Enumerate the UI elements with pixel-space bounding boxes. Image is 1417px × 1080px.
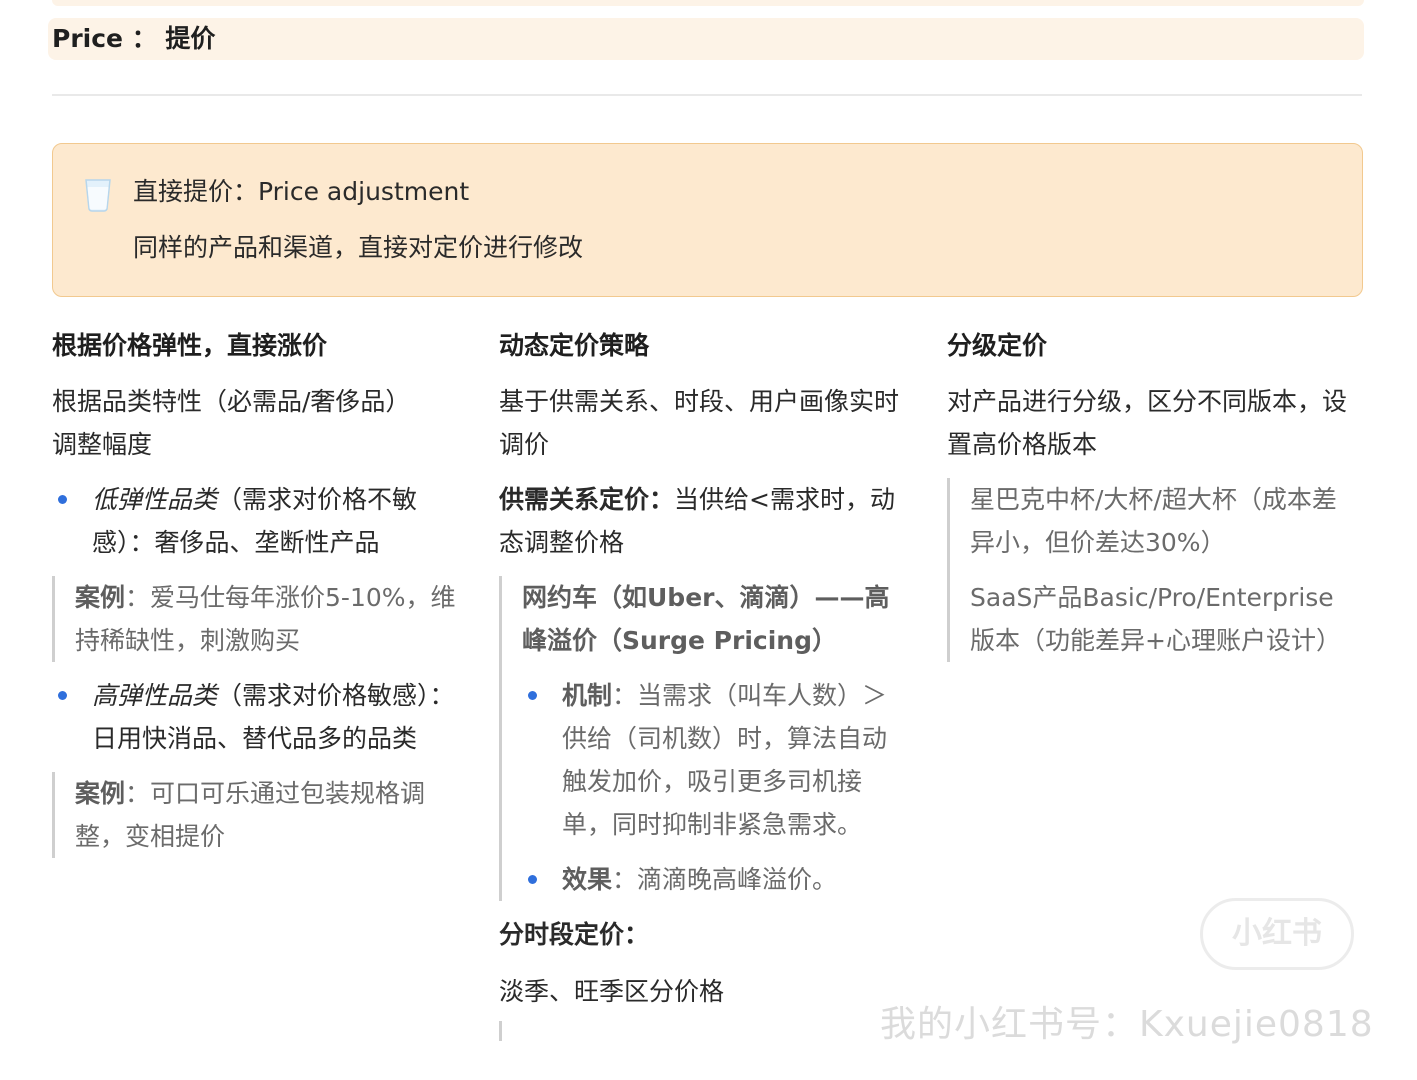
case-quote: 星巴克中杯/大杯/超大杯（成本差异小，但价差达30%） SaaS产品Basic/…	[947, 478, 1357, 662]
bullet-dot-icon	[528, 691, 537, 700]
divider	[52, 94, 1362, 96]
bullet-dot-icon	[58, 691, 67, 700]
column-heading: 根据价格弹性，直接涨价	[52, 331, 328, 360]
column-intro: 根据品类特性（必需品/奢侈品） 调整幅度	[52, 387, 411, 459]
column-intro: 基于供需关系、时段、用户画像实时调价	[499, 387, 900, 459]
quote-bar	[499, 1021, 502, 1041]
list-item: 机制：当需求（叫车人数）＞供给（司机数）时，算法自动触发加价，吸引更多司机接单，…	[522, 674, 909, 846]
case-label: 案例	[75, 779, 126, 808]
bullet-label: 效果	[562, 865, 613, 894]
case-quote: 案例：可口可乐通过包装规格调整，变相提价	[52, 772, 462, 858]
column-tiered-pricing: 分级定价 对产品进行分级，区分不同版本，设置高价格版本 星巴克中杯/大杯/超大杯…	[947, 326, 1357, 674]
bullet-emphasis: 高弹性品类	[92, 681, 218, 710]
watermark-badge: 小红书	[1200, 898, 1354, 970]
case-text: 星巴克中杯/大杯/超大杯（成本差异小，但价差达30%）	[970, 485, 1337, 557]
callout-title: 直接提价：Price adjustment	[133, 177, 470, 206]
column-heading: 分级定价	[947, 331, 1048, 360]
price-heading: Price ： 提价	[52, 24, 216, 53]
column-heading: 动态定价策略	[499, 331, 650, 360]
list-item: 高弹性品类（需求对价格敏感）：日用快消品、替代品多的品类	[52, 674, 462, 760]
paragraph-label: 供需关系定价：	[499, 485, 675, 514]
bullet-text: ：滴滴晚高峰溢价。	[612, 865, 838, 894]
list-item: 效果：滴滴晚高峰溢价。	[522, 858, 909, 901]
callout-description: 同样的产品和渠道，直接对定价进行修改	[133, 233, 584, 262]
bullet-dot-icon	[58, 495, 67, 504]
time-pricing-label: 分时段定价：	[499, 920, 650, 949]
watermark-text: 我的小红书号：Kxuejie0818	[880, 1004, 1374, 1045]
case-label: 案例	[75, 583, 126, 612]
supply-demand-paragraph: 供需关系定价：当供给<需求时，动态调整价格	[499, 478, 909, 564]
list-item: 低弹性品类（需求对价格不敏感）：奢侈品、垄断性产品	[52, 478, 462, 564]
top-strip	[52, 0, 1364, 6]
column-price-elasticity: 根据价格弹性，直接涨价 根据品类特性（必需品/奢侈品） 调整幅度 低弹性品类（需…	[52, 326, 462, 870]
time-pricing-text: 淡季、旺季区分价格	[499, 977, 725, 1006]
case-text: ：可口可乐通过包装规格调整，变相提价	[75, 779, 426, 851]
bullet-emphasis: 低弹性品类	[92, 485, 218, 514]
quote-title: 网约车（如Uber、滴滴）——高峰溢价（Surge Pricing）	[522, 583, 890, 655]
bullet-dot-icon	[528, 875, 537, 884]
bullet-label: 机制	[562, 681, 613, 710]
case-text: ：爱马仕每年涨价5-10%，维持稀缺性，刺激购买	[75, 583, 456, 655]
callout-box: 直接提价：Price adjustment 同样的产品和渠道，直接对定价进行修改	[52, 143, 1363, 297]
column-dynamic-pricing: 动态定价策略 基于供需关系、时段、用户画像实时调价 供需关系定价：当供给<需求时…	[499, 326, 909, 1041]
case-quote: 网约车（如Uber、滴滴）——高峰溢价（Surge Pricing） 机制：当需…	[499, 576, 909, 901]
cup-icon	[85, 179, 111, 212]
case-text: SaaS产品Basic/Pro/Enterprise版本（功能差异+心理账户设计…	[970, 583, 1341, 655]
case-quote: 案例：爱马仕每年涨价5-10%，维持稀缺性，刺激购买	[52, 576, 462, 662]
column-intro: 对产品进行分级，区分不同版本，设置高价格版本	[947, 387, 1348, 459]
price-heading-bar: Price ： 提价	[48, 18, 1364, 60]
